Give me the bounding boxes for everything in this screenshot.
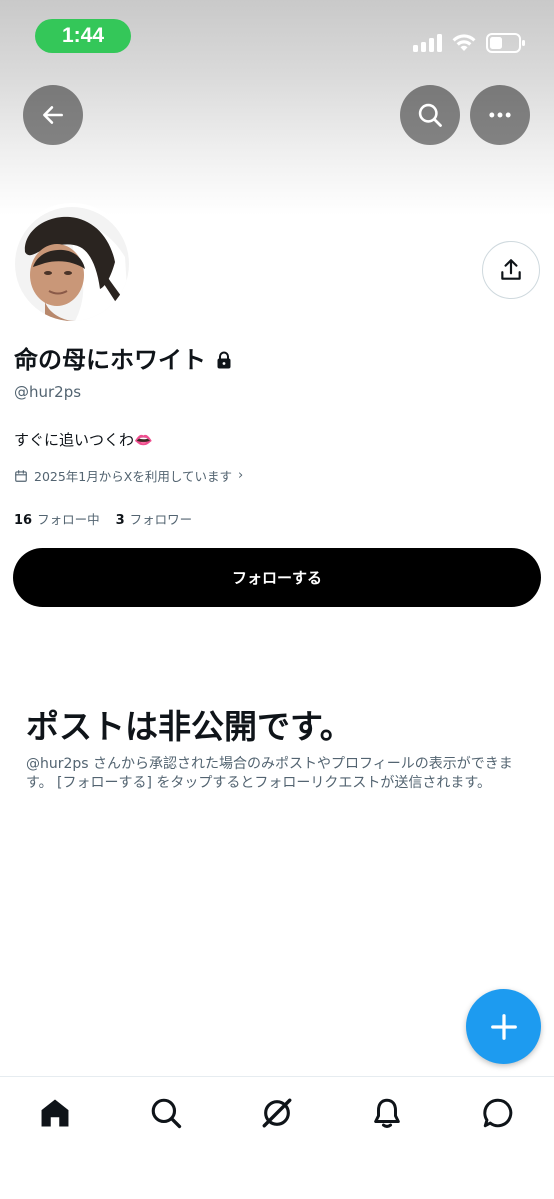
wifi-icon — [452, 34, 476, 51]
messages-icon — [483, 1098, 513, 1128]
explore-icon — [151, 1098, 182, 1129]
following-link[interactable]: 16 フォロー中 — [14, 509, 100, 528]
bottom-tab-bar — [0, 1076, 554, 1199]
plus-icon — [490, 1013, 517, 1040]
private-posts-title: ポストは非公開です。 — [26, 707, 353, 746]
status-time: 1:44 — [35, 19, 131, 53]
chevron-right-icon: › — [237, 468, 244, 483]
joined-label: 2025年1月からXを利用しています — [34, 469, 232, 484]
avatar-photo — [15, 207, 129, 321]
tab-notifications[interactable] — [367, 1093, 407, 1133]
bio: すぐに追いつくわ👄 — [14, 431, 153, 449]
followers-link[interactable]: 3 フォロワー — [116, 509, 193, 528]
following-count: 16 — [14, 513, 33, 528]
compose-button[interactable] — [466, 989, 541, 1064]
grok-icon — [262, 1098, 292, 1128]
lock-icon — [217, 351, 231, 369]
cellular-signal-icon — [413, 34, 443, 52]
follow-counts: 16 フォロー中 3 フォロワー — [14, 509, 208, 528]
search-button[interactable] — [400, 85, 460, 145]
back-arrow-icon — [43, 106, 63, 124]
calendar-icon — [15, 469, 27, 482]
more-button[interactable] — [470, 85, 530, 145]
share-icon — [501, 259, 521, 280]
tab-messages[interactable] — [478, 1093, 518, 1133]
search-icon — [418, 103, 442, 127]
follow-button[interactable]: フォローする — [13, 548, 541, 607]
display-name-row: 命の母にホワイト — [14, 345, 232, 375]
display-name: 命の母にホワイト — [14, 346, 206, 374]
tab-explore[interactable] — [146, 1093, 186, 1133]
joined-date[interactable]: 2025年1月からXを利用しています › — [14, 466, 243, 485]
home-icon — [41, 1099, 69, 1127]
notifications-icon — [374, 1098, 400, 1128]
followers-count: 3 — [115, 513, 125, 528]
battery-icon — [486, 33, 525, 53]
user-handle: @hur2ps — [14, 383, 82, 401]
status-bar: 1:44 — [0, 0, 554, 70]
tab-home[interactable] — [35, 1093, 75, 1133]
following-label: フォロー中 — [37, 512, 100, 527]
private-posts-description: @hur2ps さんから承認された場合のみポストやプロフィールの表示ができます。… — [26, 756, 513, 791]
back-button[interactable] — [23, 85, 83, 145]
share-button[interactable] — [482, 241, 540, 299]
avatar[interactable] — [11, 203, 133, 325]
followers-label: フォロワー — [129, 512, 193, 527]
tab-grok[interactable] — [257, 1093, 297, 1133]
more-icon — [489, 112, 511, 118]
